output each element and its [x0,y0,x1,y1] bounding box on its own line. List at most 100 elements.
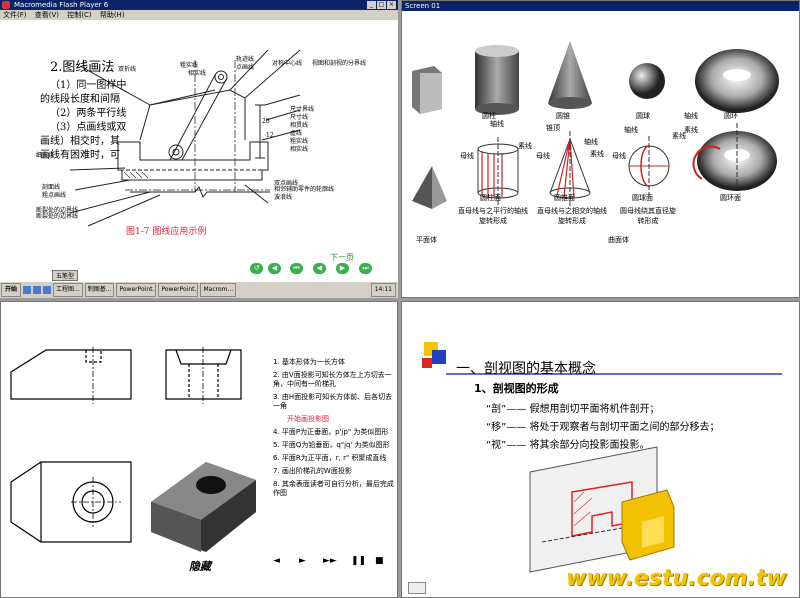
maximize-button[interactable]: □ [377,1,386,9]
generatrix-label: 母线 [612,152,626,160]
menu-help[interactable]: 帮助(H) [100,11,125,19]
nav-prev-button[interactable]: ◀ [313,263,326,274]
taskbar-item[interactable]: PowerPoint... [158,283,199,297]
section-title: 一、剖视图的基本概念 [456,361,596,377]
drawing-label: 双折线 [118,66,137,73]
step-item: 4. 平面P为正垂面，p'jp" 为类似图形 [273,428,389,436]
taskbar-item[interactable]: 制图基... [84,283,115,297]
subsection-title: 1、剖视图的形成 [474,382,559,395]
screen-title: Screen 01 [402,1,799,11]
description-cylinder: 直母线与之平行的轴线旋转形成 [458,207,528,225]
watermark: www.estu.com.tw [566,566,787,591]
menu-view[interactable]: 查看(V) [35,11,59,19]
quicklaunch-icon[interactable] [33,286,42,294]
menu-control[interactable]: 控制(C) [67,11,91,19]
axis-label: 轴线 [584,138,598,146]
apex-label: 锥顶 [546,124,560,132]
description-sphere: 圆母线绕其直径旋转形成 [620,207,676,225]
surface-label-cylinder: 圆柱面 [480,194,501,202]
step-item: 3. 由H面投影可知长方体前、后各切去一角 [273,393,393,410]
hide-toggle[interactable]: 隐藏 [189,558,211,574]
step-item: 5. 平面Q为铅垂面，q"jq' 为类似图形 [273,441,390,449]
axis-label: 轴线 [684,112,698,120]
step-start-label: 开始画投影图 [287,415,329,423]
menu-bar: 文件(F) 查看(V) 控制(C) 帮助(H) [0,10,398,20]
generatrix-label: 母线 [460,152,474,160]
next-page-label: 下一页 [330,253,354,262]
shape-label-cone: 圆锥 [556,112,570,120]
dimension-value: 12 [266,132,274,139]
minimize-button[interactable]: _ [367,1,376,9]
body-line-4: （3）点画线或双 [50,122,127,133]
nav-first-button[interactable]: ↺ [250,263,263,274]
drawing-label: 视图和剖视的分界线 [312,60,367,67]
generatrix-label: 素线 [684,126,698,134]
step-list: 1. 基本形体为一长方体 2. 由V面投影可知长方体左上方切去一角，中间有一阶梯… [273,358,397,502]
drawing-label: 相实线 [188,70,207,77]
step-item: 8. 其余表面读者可自行分析，最后完成作图 [273,480,394,497]
close-button[interactable]: × [387,1,396,9]
drawing-label: 对称中心线 [272,60,303,67]
taskbar-item[interactable]: 工程图... [53,283,83,297]
drawing-label: 相实线 [290,146,309,153]
description-cone: 直母线与之相交的轴线旋转形成 [537,207,607,225]
axis-label: 轴线 [490,120,504,128]
definition-view: “视”—— 将其余部分向投影面投影。 [486,440,650,451]
section-view-panel: 一、剖视图的基本概念 1、剖视图的形成 “剖”—— 假想用剖切平面将机件剖开； … [401,301,800,598]
surface-label-cone: 圆锥面 [554,194,575,202]
generatrix-label: 素线 [518,142,532,150]
windows-taskbar: 开始 工程图... 制图基... PowerPoint... PowerPoin… [0,281,398,298]
drawing-label: 粗点画线 [42,192,67,199]
definition-cut: “剖”—— 假想用剖切平面将机件剖开； [486,404,660,415]
drawing-label: 断裂处的边界线 [36,213,79,220]
section-heading: 2.图线画法 [50,60,115,75]
projection-panel: 隐藏 1. 基本形体为一长方体 2. 由V面投影可知长方体左上方切去一角，中间有… [0,301,398,598]
drawing-label: 细实线 [36,152,55,159]
step-item: 7. 画出阶梯孔的W面投影 [273,467,352,475]
start-button[interactable]: 开始 [1,283,22,297]
quicklaunch-icon[interactable] [43,286,52,294]
axis-label: 轴线 [624,126,638,134]
drawing-label: 波浪线 [274,194,293,201]
generatrix-label: 素线 [590,150,604,158]
dimension-value: 28 [262,118,270,125]
projection-drawing [10,347,256,552]
taskbar-item[interactable]: PowerPoint... [116,283,157,297]
stop-button[interactable]: ■ [375,556,384,566]
taskbar-item[interactable]: Macrom... [200,283,237,297]
drawing-label: 点画线 [236,64,255,71]
flash-content: 2.图线画法 （1）同一图样中 的线段长度和间隔 （2）两条平行线 （3）点画线… [0,20,398,282]
curved-solid-label: 曲面体 [608,236,629,244]
planar-solid-label: 平面体 [416,236,437,244]
taskbar-clock: 14:11 [370,283,396,297]
shape-label-sphere: 圆球 [636,112,650,120]
nav-next-button[interactable]: ▶ [336,263,349,274]
ime-toolbar[interactable]: 五笔型 [52,270,79,281]
flash-player-window: Macromedia Flash Player 6 _ □ × 文件(F) 查看… [0,0,398,298]
surface-label-sphere: 圆球面 [632,194,653,202]
step-item: 6. 平面R为正平面，r, r" 积聚成直线 [273,454,387,462]
nav-prev-fast-button[interactable]: ◀ [268,263,281,274]
play-button[interactable]: ► [299,556,306,566]
shape-label-torus: 圆环 [724,112,738,120]
window-titlebar: Macromedia Flash Player 6 _ □ × [0,0,398,10]
slide-nav-icon[interactable] [408,582,426,594]
rewind-button[interactable]: ◄ [273,556,280,566]
definition-remove: “移”—— 将处于观察者与剖切平面之间的部分移去； [486,422,720,433]
nav-last-button[interactable]: ⏭ [359,263,372,274]
nav-home-button[interactable]: ⏮ [290,263,303,274]
step-item: 1. 基本形体为一长方体 [273,358,345,366]
body-line-3: （2）两条平行线 [50,108,127,119]
surface-label-torus: 圆环面 [720,194,741,202]
body-line-2: 的线段长度和间隔 [40,94,120,105]
screen-01-panel: Screen 01 圆柱 圆锥 圆球 圆环 轴线 素线 母线 锥顶 轴线 素线 … [401,0,800,298]
menu-file[interactable]: 文件(F) [3,11,27,19]
body-line-1: （1）同一图样中 [50,80,127,91]
fast-forward-button[interactable]: ►► [323,556,337,566]
pause-button[interactable]: ❚❚ [351,556,366,566]
quicklaunch-icon[interactable] [23,286,32,294]
step-item: 2. 由V面投影可知长方体左上方切去一角，中间有一阶梯孔 [273,371,392,388]
figure-caption: 图1-7 图线应用示例 [126,227,207,237]
window-title: Macromedia Flash Player 6 [14,1,109,9]
body-line-5: 画线）相交时，其 [40,136,120,147]
